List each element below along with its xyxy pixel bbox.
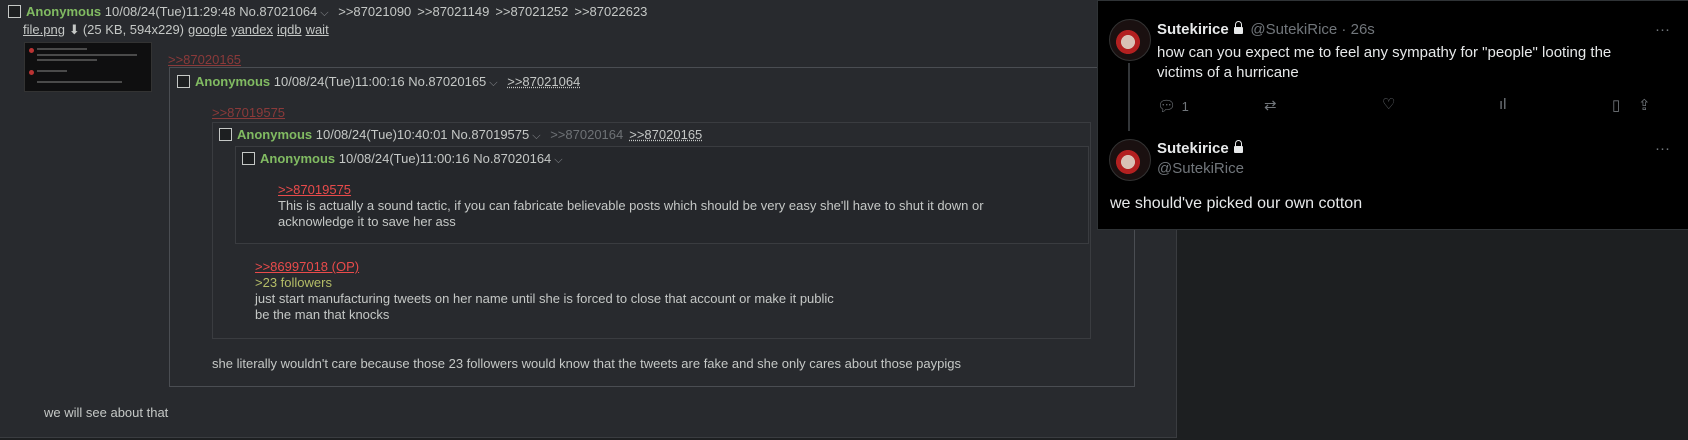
display-name[interactable]: Sutekirice — [1157, 21, 1229, 38]
tweet-header: Sutekirice @SutekiRice · 26s — [1157, 21, 1375, 38]
chevron-down-icon[interactable]: ⌵ — [554, 154, 562, 166]
handle[interactable]: @SutekiRice — [1157, 160, 1244, 177]
backlink[interactable]: >>87021149 — [417, 4, 489, 19]
handle-time[interactable]: @SutekiRice · 26s — [1250, 21, 1374, 38]
bookmark-icon[interactable]: ▯ — [1612, 96, 1620, 114]
quote-link[interactable]: >>87019575 — [278, 182, 351, 197]
more-icon[interactable]: ··· — [1655, 140, 1670, 157]
reply-header: Anonymous 10/08/24(Tue)11:00:16 No.87020… — [242, 151, 563, 167]
post-comment: just start manufacturing tweets on her n… — [255, 291, 834, 306]
post-checkbox[interactable] — [8, 5, 21, 18]
post-comment: she literally wouldn't care because thos… — [212, 356, 961, 371]
poster-name: Anonymous — [260, 151, 336, 166]
backlink[interactable]: >>87021064 — [507, 74, 580, 89]
file-info: file.png ⬇ (25 KB, 594x229) google yandex iqd… — [23, 22, 333, 38]
post-checkbox[interactable] — [177, 75, 190, 88]
main-post-header: Anonymous 10/08/24(Tue)11:29:48 No.87021… — [8, 4, 647, 20]
greentext: >23 followers — [255, 275, 332, 290]
avatar[interactable] — [1109, 19, 1151, 61]
views-icon[interactable]: ıl — [1499, 96, 1507, 113]
backlink[interactable]: >>87022623 — [574, 4, 647, 19]
post-comment: This is actually a sound tactic, if you … — [278, 198, 984, 229]
backlink[interactable]: >>87020165 — [629, 127, 702, 142]
post-number[interactable]: No.87020165 — [408, 74, 486, 89]
post-datetime: 10/08/24(Tue)11:00:16 — [273, 74, 405, 89]
chevron-down-icon[interactable]: ⌵ — [489, 77, 497, 89]
like-icon[interactable]: ♡ — [1382, 95, 1395, 113]
post-number[interactable]: No.87019575 — [451, 127, 529, 142]
reply-count: 1 — [1181, 99, 1189, 114]
chevron-down-icon[interactable]: ⌵ — [320, 7, 328, 19]
backlink[interactable]: >>87021252 — [495, 4, 568, 19]
post-comment: we will see about that — [44, 405, 169, 420]
more-icon[interactable]: ··· — [1655, 21, 1670, 38]
poster-name: Anonymous — [195, 74, 271, 89]
chevron-down-icon[interactable]: ⌵ — [532, 130, 540, 142]
tweet-text: how can you expect me to feel any sympat… — [1157, 44, 1612, 81]
poster-name: Anonymous — [237, 127, 313, 142]
backlink[interactable]: >>87020164 — [550, 127, 623, 142]
display-name[interactable]: Sutekirice — [1157, 140, 1229, 157]
wait-link[interactable]: wait — [306, 22, 329, 37]
post-datetime: 10/08/24(Tue)11:29:48 — [104, 4, 236, 19]
lock-icon — [1233, 140, 1243, 153]
file-thumbnail[interactable] — [24, 42, 152, 92]
retweet-icon[interactable]: ⇄ — [1264, 96, 1277, 114]
reply-header: Anonymous 10/08/24(Tue)10:40:01 No.87019… — [219, 127, 702, 143]
file-meta: (25 KB, 594x229) — [82, 22, 185, 37]
backlink[interactable]: >>87021090 — [338, 4, 411, 19]
quote-link-dead[interactable]: >>87020165 — [168, 52, 241, 67]
tweet-text: we should've picked our own cotton — [1110, 195, 1363, 212]
quote-link-op[interactable]: >>86997018 (OP) — [255, 259, 359, 274]
post-checkbox[interactable] — [219, 128, 232, 141]
file-link[interactable]: file.png — [23, 22, 65, 37]
reply-button[interactable]: 💬︎ 1 — [1157, 97, 1189, 115]
thread-line — [1128, 63, 1130, 131]
iqdb-link[interactable]: iqdb — [277, 22, 302, 37]
tweet-screenshot: Sutekirice @SutekiRice · 26s ··· how can… — [1097, 0, 1688, 230]
share-icon[interactable]: ⇪ — [1638, 96, 1651, 114]
post-datetime: 10/08/24(Tue)11:00:16 — [338, 151, 470, 166]
reply-header: Anonymous 10/08/24(Tue)11:00:16 No.87020… — [177, 74, 580, 90]
poster-name: Anonymous — [26, 4, 102, 19]
reply-icon: 💬︎ — [1157, 98, 1177, 115]
post-number[interactable]: No.87021064 — [239, 4, 317, 19]
avatar[interactable] — [1109, 139, 1151, 181]
yandex-link[interactable]: yandex — [231, 22, 273, 37]
quote-link-dead[interactable]: >>87019575 — [212, 105, 285, 120]
lock-icon — [1233, 21, 1243, 34]
google-link[interactable]: google — [188, 22, 227, 37]
post-comment: be the man that knocks — [255, 307, 390, 322]
post-checkbox[interactable] — [242, 152, 255, 165]
post-datetime: 10/08/24(Tue)10:40:01 — [315, 127, 448, 142]
post-number[interactable]: No.87020164 — [473, 151, 551, 166]
tweet-header: Sutekirice — [1157, 140, 1243, 157]
download-icon[interactable]: ⬇ — [69, 22, 80, 37]
